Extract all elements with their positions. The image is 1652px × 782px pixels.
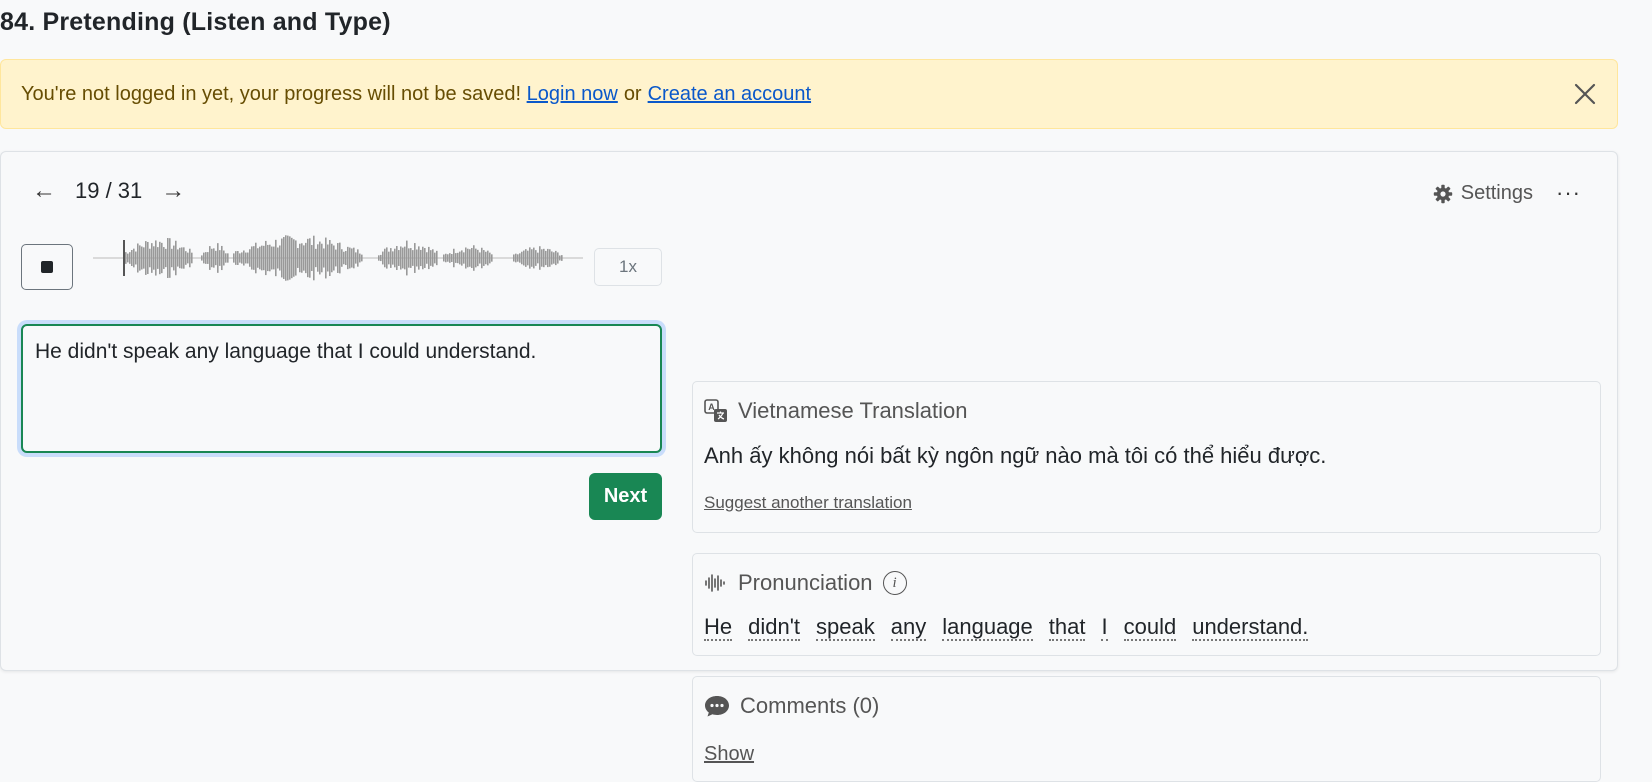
arrow-left-icon[interactable]: ← (31, 177, 57, 205)
settings-button[interactable]: Settings (1433, 182, 1533, 205)
page-title: 84. Pretending (Listen and Type) (0, 8, 391, 36)
arrow-right-icon[interactable]: → (160, 177, 186, 205)
pronunciation-word[interactable]: language (942, 615, 1033, 641)
audio-waveform[interactable] (93, 228, 583, 288)
pronunciation-word[interactable]: understand. (1192, 615, 1309, 641)
sentence-navigation: ← 19 / 31 → (31, 177, 186, 205)
pronunciation-title: Pronunciation (738, 570, 873, 595)
answer-input[interactable] (21, 324, 662, 453)
alert-message: You're not logged in yet, your progress … (21, 82, 522, 105)
comments-panel: Comments (0) Show (692, 676, 1601, 782)
info-icon[interactable]: i (882, 571, 907, 595)
login-alert: You're not logged in yet, your progress … (0, 59, 1618, 129)
more-options-icon[interactable]: ··· (1556, 180, 1581, 206)
translate-icon: A (704, 399, 727, 422)
exercise-card: ← 19 / 31 → Settings ··· 1x He didn't sp… (0, 151, 1618, 782)
close-icon[interactable] (1571, 80, 1599, 108)
gear-icon (1433, 184, 1452, 203)
login-link[interactable]: Login now (527, 83, 618, 106)
show-comments-link[interactable]: Show (704, 743, 754, 766)
pronunciation-word[interactable]: that (1048, 615, 1086, 641)
pronunciation-word[interactable]: speak (816, 615, 875, 641)
suggest-translation-link[interactable]: Suggest another translation (704, 493, 912, 513)
pronunciation-word[interactable]: any (890, 615, 927, 641)
settings-label: Settings (1460, 182, 1533, 204)
pronunciation-word[interactable]: He (704, 615, 733, 641)
sentence-counter: 19 / 31 (75, 178, 143, 203)
stop-button[interactable] (21, 244, 73, 290)
pronunciation-words: He didn't speak any language that Icould unders… (704, 615, 1324, 641)
pronunciation-panel: Pronunciation i He didn't speak any language… (692, 553, 1601, 656)
alert-or-text: or (623, 82, 642, 105)
translation-panel: A Vietnamese Translation Anh ấy không nó… (692, 381, 1601, 533)
comments-title: Comments (0) (740, 693, 880, 718)
pronunciation-word[interactable]: could (1123, 615, 1177, 641)
pronunciation-word[interactable]: I (1101, 615, 1108, 641)
create-account-link[interactable]: Create an account (648, 83, 811, 106)
playback-speed-button[interactable]: 1x (594, 248, 662, 286)
next-button[interactable]: Next (589, 473, 662, 520)
soundwave-icon (705, 574, 725, 592)
pronunciation-word[interactable]: didn't (748, 615, 801, 641)
translation-title: Vietnamese Translation (738, 398, 968, 423)
chat-bubble-icon (705, 696, 729, 717)
stop-icon (41, 261, 53, 273)
translation-text: Anh ấy không nói bất kỳ ngôn ngữ nào mà … (704, 443, 1327, 468)
